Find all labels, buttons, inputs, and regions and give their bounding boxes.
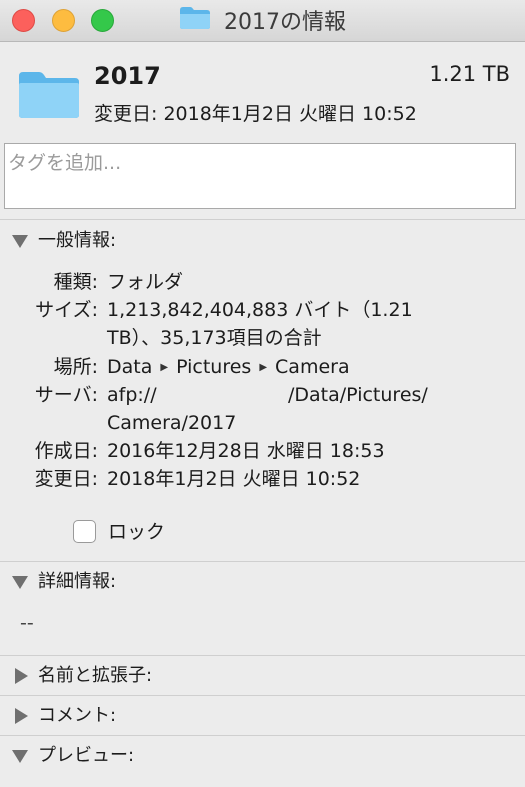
divider: [0, 219, 525, 220]
kind-label: 種類:: [53, 271, 98, 293]
server-line2: Camera/2017: [107, 412, 237, 434]
path-arrow-icon: ▶: [160, 361, 169, 373]
size-value-line1: 1,213,842,404,883 バイト（1.21: [107, 299, 413, 321]
window-title: 2017の情報: [0, 6, 525, 36]
folder-icon: [179, 6, 211, 40]
server-prefix: afp://: [107, 384, 157, 406]
item-size: 1.21 TB: [429, 62, 510, 86]
divider: [0, 695, 525, 696]
disclosure-triangle-down-icon: [12, 575, 28, 589]
server-suffix: /Data/Pictures/: [288, 384, 428, 406]
where-path: Data ▶ Pictures ▶ Camera: [107, 353, 452, 382]
lock-label[interactable]: ロック: [108, 518, 165, 546]
divider: [0, 655, 525, 656]
section-name-extension-toggle[interactable]: 名前と拡張子:: [12, 663, 152, 689]
created-label: 作成日:: [34, 440, 98, 462]
item-modified-date: 変更日: 2018年1月2日 火曜日 10:52: [94, 103, 417, 125]
more-info-value: --: [20, 612, 34, 634]
server-label: サーバ:: [34, 384, 98, 406]
divider: [0, 561, 525, 562]
section-name-extension-title: 名前と拡張子:: [38, 665, 153, 686]
folder-icon: [17, 70, 81, 124]
disclosure-triangle-down-icon: [12, 749, 28, 763]
tag-input[interactable]: [4, 143, 516, 209]
section-more-info-title: 詳細情報:: [38, 571, 117, 592]
section-comments-title: コメント:: [38, 705, 117, 726]
section-comments-toggle[interactable]: コメント:: [12, 703, 116, 729]
item-name: 2017: [94, 62, 161, 90]
size-value-line2: TB）、35,173項目の合計: [107, 327, 322, 349]
divider: [0, 735, 525, 736]
created-value: 2016年12月28日 水曜日 18:53: [107, 440, 385, 462]
path-segment[interactable]: Data: [107, 356, 152, 378]
where-label: 場所:: [53, 356, 98, 378]
modified-label: 変更日:: [34, 468, 98, 490]
size-value: 1,213,842,404,883 バイト（1.21 TB）、35,173項目の…: [107, 296, 452, 352]
disclosure-triangle-right-icon: [15, 668, 28, 684]
window-title-text: 2017の情報: [224, 10, 347, 35]
size-label: サイズ:: [35, 299, 98, 321]
section-general-title: 一般情報:: [38, 230, 117, 251]
server-value: afp:// /Data/Pictures/ Camera/2017: [107, 381, 452, 437]
section-preview-toggle[interactable]: プレビュー:: [12, 743, 134, 769]
lock-checkbox[interactable]: [73, 520, 96, 543]
path-segment[interactable]: Pictures: [176, 356, 251, 378]
section-preview-title: プレビュー:: [38, 745, 135, 766]
section-general-toggle[interactable]: 一般情報:: [12, 228, 116, 254]
disclosure-triangle-down-icon: [12, 234, 28, 248]
section-more-info-toggle[interactable]: 詳細情報:: [12, 569, 116, 595]
path-arrow-icon: ▶: [259, 361, 268, 373]
disclosure-triangle-right-icon: [15, 708, 28, 724]
title-bar: 2017の情報: [0, 0, 525, 42]
path-segment[interactable]: Camera: [275, 356, 350, 378]
kind-value: フォルダ: [107, 271, 184, 293]
modified-value: 2018年1月2日 火曜日 10:52: [107, 468, 361, 490]
